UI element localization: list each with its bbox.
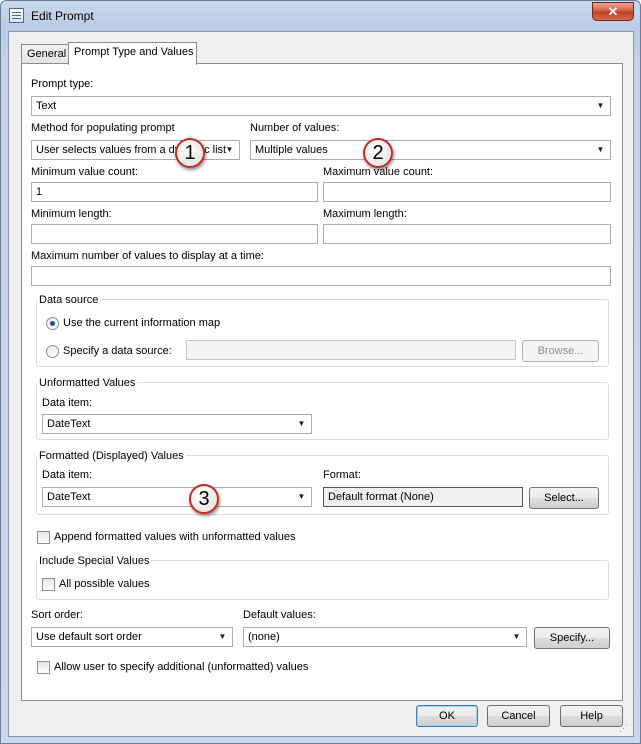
append-formatted-label[interactable]: Append formatted values with unformatted… — [54, 531, 296, 543]
number-of-values-label: Number of values: — [250, 122, 340, 134]
format-label: Format: — [323, 469, 361, 481]
chevron-down-icon: ▼ — [596, 145, 605, 154]
specify-default-values-button[interactable]: Specify... — [534, 627, 610, 649]
prompt-type-select[interactable]: Text ▼ — [31, 96, 611, 116]
prompt-type-value: Text — [36, 100, 57, 112]
unformatted-data-item-value: DateText — [47, 418, 91, 430]
allow-additional-checkbox[interactable] — [37, 661, 50, 674]
select-format-button[interactable]: Select... — [529, 487, 599, 509]
data-source-label: Data source — [37, 294, 101, 306]
append-formatted-checkbox[interactable] — [37, 531, 50, 544]
callout-marker-2: 2 — [363, 138, 393, 168]
resize-grip-icon[interactable]: ⋰ — [619, 722, 631, 734]
use-current-map-label[interactable]: Use the current information map — [63, 317, 220, 329]
close-button[interactable]: ✕ — [592, 2, 634, 21]
document-icon — [9, 8, 24, 23]
formatted-data-item-select[interactable]: DateText ▼ — [42, 487, 312, 507]
chevron-down-icon: ▼ — [596, 101, 605, 110]
special-values-label: Include Special Values — [37, 555, 152, 567]
max-display-label: Maximum number of values to display at a… — [31, 250, 264, 262]
chevron-down-icon: ▼ — [218, 632, 227, 641]
edit-prompt-window: Edit Prompt ✕ General Prompt Type and Va… — [0, 0, 641, 744]
max-display-input[interactable] — [31, 266, 611, 286]
chevron-down-icon: ▼ — [512, 632, 521, 641]
all-possible-values-checkbox[interactable] — [42, 578, 55, 591]
prompt-type-panel: Prompt type: Text ▼ Method for populatin… — [21, 63, 623, 701]
formatted-data-item-label: Data item: — [42, 469, 93, 481]
window-title: Edit Prompt — [31, 9, 94, 23]
cancel-button[interactable]: Cancel — [487, 705, 550, 727]
allow-additional-label[interactable]: Allow user to specify additional (unform… — [54, 661, 308, 673]
specify-source-label[interactable]: Specify a data source: — [63, 345, 172, 357]
formatted-data-item-value: DateText — [47, 491, 91, 503]
ok-button[interactable]: OK — [416, 705, 478, 727]
max-value-count-input[interactable] — [323, 182, 611, 202]
callout-marker-3: 3 — [189, 484, 219, 514]
help-button[interactable]: Help — [560, 705, 623, 727]
tab-prompt-type-and-values[interactable]: Prompt Type and Values — [68, 42, 197, 65]
min-length-label: Minimum length: — [31, 208, 112, 220]
default-values-select[interactable]: (none) ▼ — [243, 627, 527, 647]
title-bar[interactable]: Edit Prompt ✕ — [1, 1, 640, 31]
sort-order-label: Sort order: — [31, 609, 83, 621]
chevron-down-icon: ▼ — [297, 419, 306, 428]
format-value-field: Default format (None) — [323, 487, 523, 507]
unformatted-data-item-select[interactable]: DateText ▼ — [42, 414, 312, 434]
sort-order-value: Use default sort order — [36, 631, 142, 643]
data-source-input — [186, 340, 516, 360]
all-possible-values-label[interactable]: All possible values — [59, 578, 150, 590]
chevron-down-icon: ▼ — [297, 492, 306, 501]
specify-source-radio[interactable] — [46, 345, 59, 358]
prompt-type-label: Prompt type: — [31, 78, 94, 90]
browse-button[interactable]: Browse... — [522, 340, 599, 362]
tab-general[interactable]: General — [21, 44, 69, 64]
number-of-values-value: Multiple values — [255, 144, 328, 156]
default-values-label: Default values: — [243, 609, 316, 621]
callout-marker-1: 1 — [175, 138, 205, 168]
min-value-count-label: Minimum value count: — [31, 166, 138, 178]
max-length-label: Maximum length: — [323, 208, 407, 220]
min-value-count-input[interactable]: 1 — [31, 182, 318, 202]
method-select[interactable]: User selects values from a dynamic list … — [31, 140, 240, 160]
formatted-values-label: Formatted (Displayed) Values — [37, 450, 186, 462]
unformatted-data-item-label: Data item: — [42, 397, 93, 409]
use-current-map-radio[interactable] — [46, 317, 59, 330]
min-length-input[interactable] — [31, 224, 318, 244]
number-of-values-select[interactable]: Multiple values ▼ — [250, 140, 611, 160]
max-length-input[interactable] — [323, 224, 611, 244]
method-label: Method for populating prompt — [31, 122, 175, 134]
chevron-down-icon: ▼ — [225, 145, 234, 154]
sort-order-select[interactable]: Use default sort order ▼ — [31, 627, 233, 647]
default-values-value: (none) — [248, 631, 280, 643]
dialog-body: General Prompt Type and Values Prompt ty… — [8, 31, 634, 737]
unformatted-values-label: Unformatted Values — [37, 377, 138, 389]
